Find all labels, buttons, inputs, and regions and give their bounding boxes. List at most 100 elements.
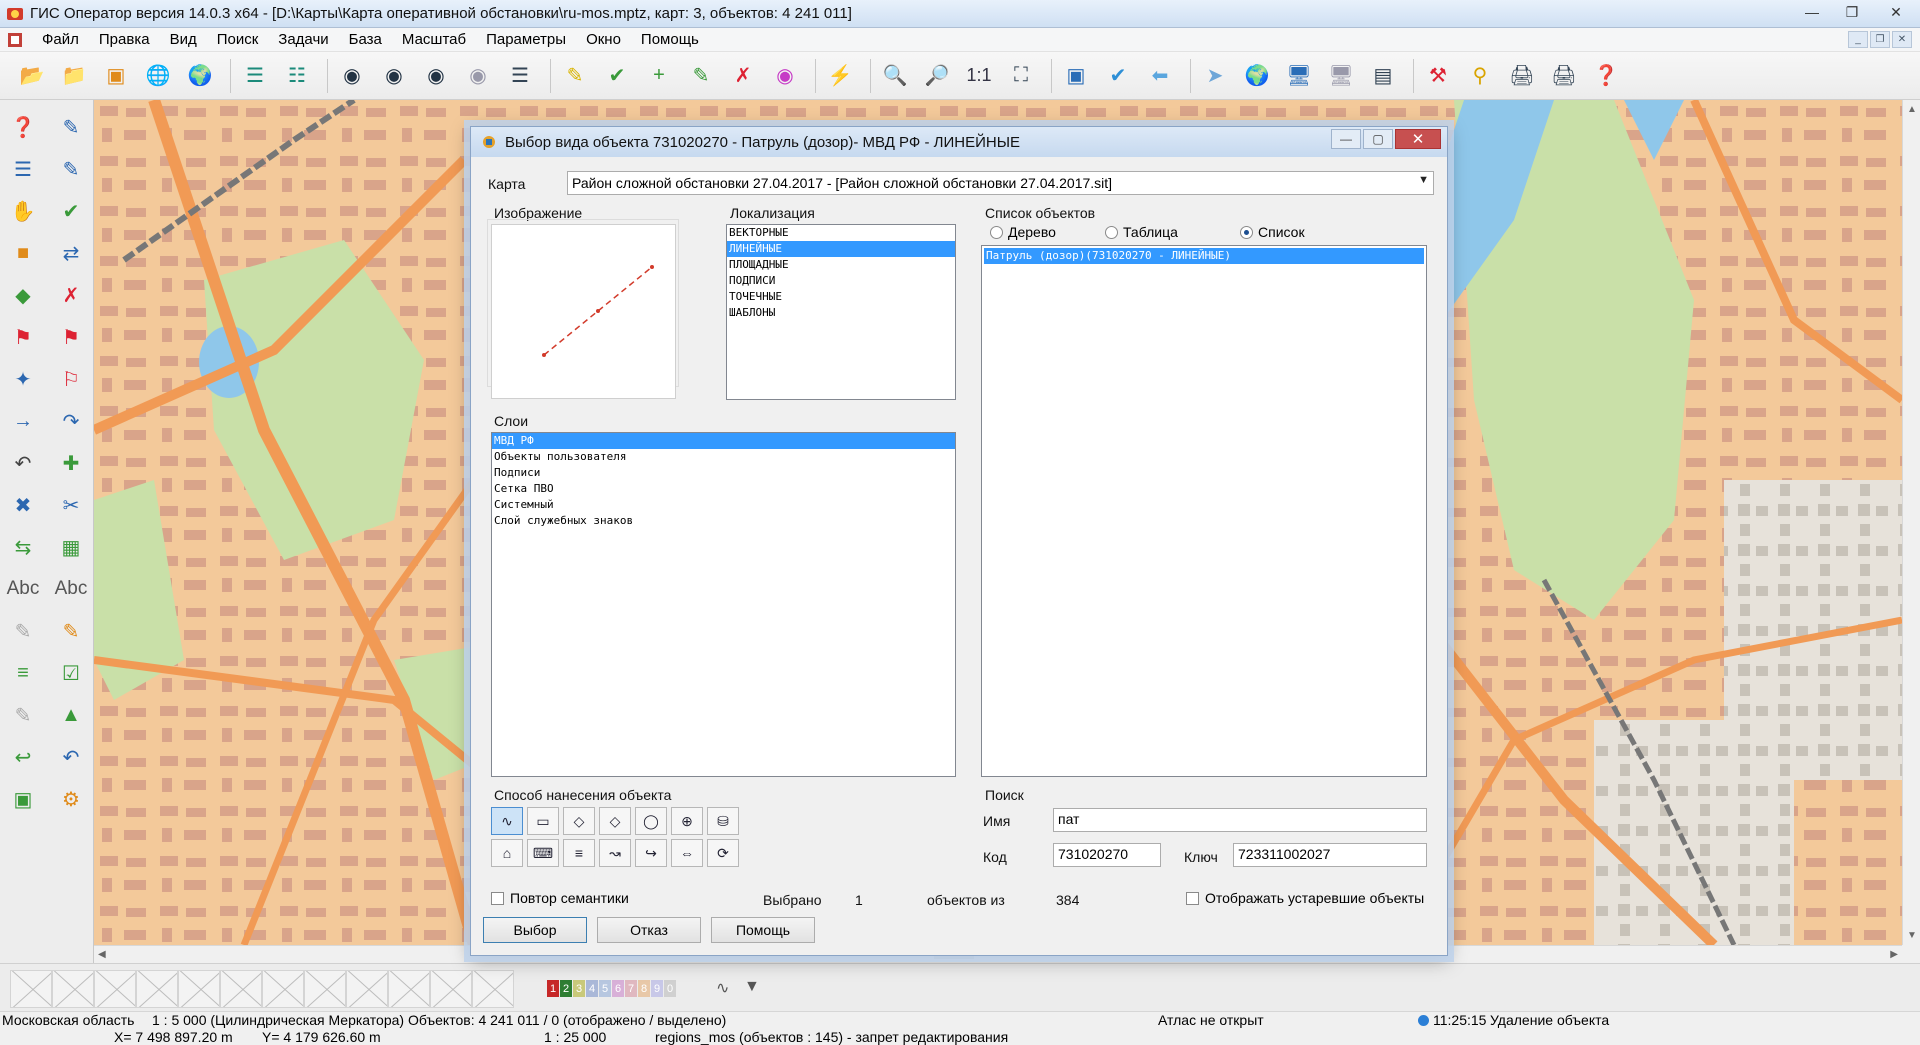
repeat-semantics-checkbox[interactable]: Повтор семантики	[491, 890, 629, 906]
list-item[interactable]: ПЛОЩАДНЫЕ	[727, 257, 955, 273]
layer-number-button[interactable]: 1	[547, 980, 559, 997]
scroll-right-icon[interactable]: ▶	[1890, 949, 1898, 960]
select-check-icon[interactable]: ✔	[599, 58, 635, 94]
layer-number-button[interactable]: 6	[612, 980, 624, 997]
list-item-selected[interactable]: ЛИНЕЙНЫЕ	[727, 241, 955, 257]
document-icon[interactable]	[6, 31, 24, 49]
vehicle-draw-icon[interactable]: ⛁	[707, 807, 739, 835]
help-button[interactable]: Помощь	[711, 917, 815, 943]
database-icon[interactable]: ▣	[98, 58, 134, 94]
text-tool-1[interactable]: Abc	[3, 570, 43, 608]
empty-slot[interactable]	[346, 970, 388, 1008]
list-edit-icon[interactable]: ☰	[3, 150, 43, 188]
binoculars-icon[interactable]: ◉	[334, 58, 370, 94]
highlight-icon[interactable]: ✎	[557, 58, 593, 94]
menu-window[interactable]: Окно	[576, 31, 631, 48]
tools-icon[interactable]: ⚒	[1420, 58, 1456, 94]
add-node-icon[interactable]: ✚	[51, 444, 91, 482]
diamond-move-icon[interactable]: ◆	[3, 276, 43, 314]
list-item[interactable]: Подписи	[492, 465, 955, 481]
offset-line-draw-icon[interactable]: ⇔	[671, 839, 703, 867]
lightning-icon[interactable]: ⚡	[822, 58, 858, 94]
minimize-button[interactable]: —	[1792, 0, 1832, 24]
chevron-down-icon[interactable]: ▼	[1418, 174, 1429, 186]
red-flag-icon[interactable]: ⚑	[3, 318, 43, 356]
globe-icon[interactable]: 🌐	[140, 58, 176, 94]
list-icon[interactable]: ☰	[502, 58, 538, 94]
list-item[interactable]: ПОДПИСИ	[727, 273, 955, 289]
settings-gear-icon[interactable]: ⚙	[51, 780, 91, 818]
scissors-icon[interactable]: ✂	[51, 486, 91, 524]
mdi-minimize-button[interactable]: _	[1848, 31, 1868, 48]
menu-scale[interactable]: Масштаб	[392, 31, 476, 48]
dialog-close-button[interactable]: ✕	[1395, 129, 1441, 149]
mdi-restore-button[interactable]: ❐	[1870, 31, 1890, 48]
binoculars-more-icon[interactable]: ◉	[418, 58, 454, 94]
pointer-icon[interactable]: ➤	[1197, 58, 1233, 94]
cancel-button[interactable]: Отказ	[597, 917, 701, 943]
layer-number-button[interactable]: 3	[573, 980, 585, 997]
list-item[interactable]: ВЕКТОРНЫЕ	[727, 225, 955, 241]
pan-globe-icon[interactable]: 🌍	[1239, 58, 1275, 94]
check-box-icon[interactable]: ☑	[51, 654, 91, 692]
confirm-icon[interactable]: ✔	[1100, 58, 1136, 94]
curve-node-icon[interactable]: ↷	[51, 402, 91, 440]
list-item[interactable]: Слой служебных знаков	[492, 513, 955, 529]
undo-icon[interactable]: ↶	[51, 738, 91, 776]
radio-dot[interactable]	[1105, 225, 1118, 239]
objects-list[interactable]: Патруль (дозор)(731020270 - ЛИНЕЙНЫЕ)	[981, 245, 1427, 777]
layers-icon[interactable]: ☰	[237, 58, 273, 94]
name-search-input[interactable]: пат	[1053, 808, 1427, 832]
merge-arrows-icon[interactable]: ⇆	[3, 528, 43, 566]
close-button[interactable]: ✕	[1872, 0, 1920, 24]
open-folder-icon[interactable]: 📂	[14, 58, 50, 94]
screen-db-icon[interactable]: 🖥	[1323, 58, 1359, 94]
palette-icon[interactable]: ◉	[767, 58, 803, 94]
line-style-icon[interactable]: ∿	[716, 978, 729, 998]
layers-list[interactable]: МВД РФ Объекты пользователя Подписи Сетк…	[491, 432, 956, 777]
menu-search[interactable]: Поиск	[207, 31, 269, 48]
empty-slot[interactable]	[262, 970, 304, 1008]
list-item[interactable]: Сетка ПВО	[492, 481, 955, 497]
split-arrows-icon[interactable]: ⇄	[51, 234, 91, 272]
mdi-close-button[interactable]: ✕	[1892, 31, 1912, 48]
open-document-icon[interactable]: 📁	[56, 58, 92, 94]
list-item[interactable]: Объекты пользователя	[492, 449, 955, 465]
legend-icon[interactable]: ☷	[279, 58, 315, 94]
view-list-radio[interactable]: Список	[1240, 224, 1305, 240]
parallel-lines-draw-icon[interactable]: ≡	[563, 839, 595, 867]
draw-pen-icon[interactable]: ✎	[51, 150, 91, 188]
empty-slot[interactable]	[94, 970, 136, 1008]
scroll-left-icon[interactable]: ◀	[98, 949, 106, 960]
rotated-rect-draw-icon[interactable]: ◇	[599, 807, 631, 835]
layer-number-button[interactable]: 2	[560, 980, 572, 997]
scroll-up-icon[interactable]: ▲	[1907, 104, 1917, 115]
house-draw-icon[interactable]: ⌂	[491, 839, 523, 867]
menu-view[interactable]: Вид	[160, 31, 207, 48]
scroll-down-icon[interactable]: ▼	[1907, 930, 1917, 941]
view-tree-radio[interactable]: Дерево	[990, 224, 1056, 240]
help-edit-icon[interactable]: ❓	[3, 108, 43, 146]
split-grid-icon[interactable]: ▦	[51, 528, 91, 566]
back-arrow-icon[interactable]: ⬅	[1142, 58, 1178, 94]
menu-help[interactable]: Помощь	[631, 31, 709, 48]
dialog-maximize-button[interactable]: ▢	[1363, 129, 1393, 149]
menu-file[interactable]: Файл	[32, 31, 89, 48]
move-left-icon[interactable]: ↩	[3, 738, 43, 776]
show-obsolete-checkbox[interactable]: Отображать устаревшие объекты	[1186, 890, 1424, 906]
menu-database[interactable]: База	[339, 31, 392, 48]
chain-icon[interactable]: ≡	[3, 654, 43, 692]
zoom-out-icon[interactable]: 🔍	[877, 58, 913, 94]
binoculars-filter-icon[interactable]: ◉	[460, 58, 496, 94]
layer-number-button[interactable]: 7	[625, 980, 637, 997]
empty-slot[interactable]	[10, 970, 52, 1008]
pencil-icon[interactable]: ✎	[3, 612, 43, 650]
radio-dot-selected[interactable]	[1240, 225, 1253, 239]
flag-arrows-icon[interactable]: ⚐	[51, 360, 91, 398]
empty-slot[interactable]	[304, 970, 346, 1008]
map-select[interactable]: Район сложной обстановки 27.04.2017 - [Р…	[567, 171, 1434, 195]
cross-cut-icon[interactable]: ✖	[3, 486, 43, 524]
layer-number-button[interactable]: 8	[638, 980, 650, 997]
list-item[interactable]: ШАБЛОНЫ	[727, 305, 955, 321]
map-view-icon[interactable]: ▣	[3, 780, 43, 818]
